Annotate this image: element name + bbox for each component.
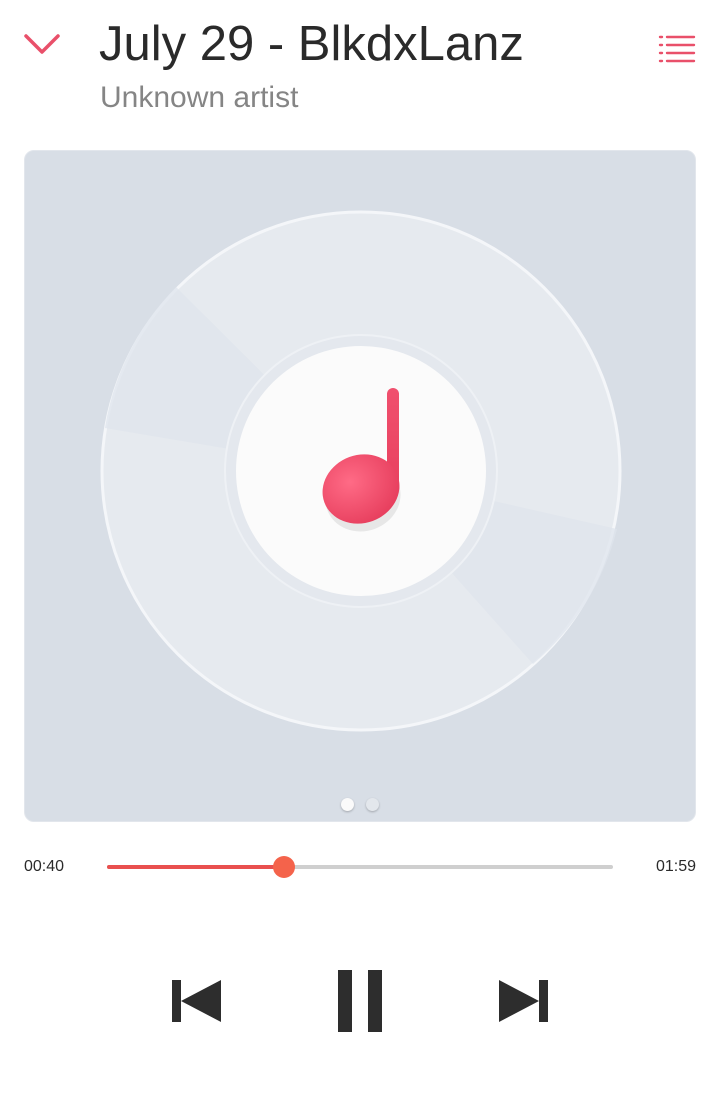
skip-previous-icon [172,980,221,1022]
page-dot-active[interactable] [341,798,354,811]
seek-thumb[interactable] [273,856,296,878]
pause-button[interactable] [325,962,395,1040]
vinyl-disc-graphic [100,210,622,732]
previous-button[interactable] [162,962,232,1040]
collapse-button[interactable] [16,20,68,68]
next-button[interactable] [488,962,558,1040]
seek-progress [107,865,285,869]
song-title: July 29 - BlkdxLanz [99,17,524,71]
skip-next-icon [499,980,548,1022]
pause-icon [338,970,382,1032]
page-dot[interactable] [366,798,379,811]
queue-button[interactable] [650,24,704,74]
chevron-down-icon [24,34,60,54]
now-playing-screen: July 29 - BlkdxLanz Unknown artist 00:40… [0,0,720,1104]
playlist-icon [658,35,696,63]
seek-bar[interactable] [107,852,613,882]
elapsed-time: 00:40 [24,858,65,875]
artist-name: Unknown artist [100,81,299,114]
artwork-page-indicator [25,798,695,811]
total-time: 01:59 [655,858,696,875]
album-artwork[interactable] [24,150,696,822]
